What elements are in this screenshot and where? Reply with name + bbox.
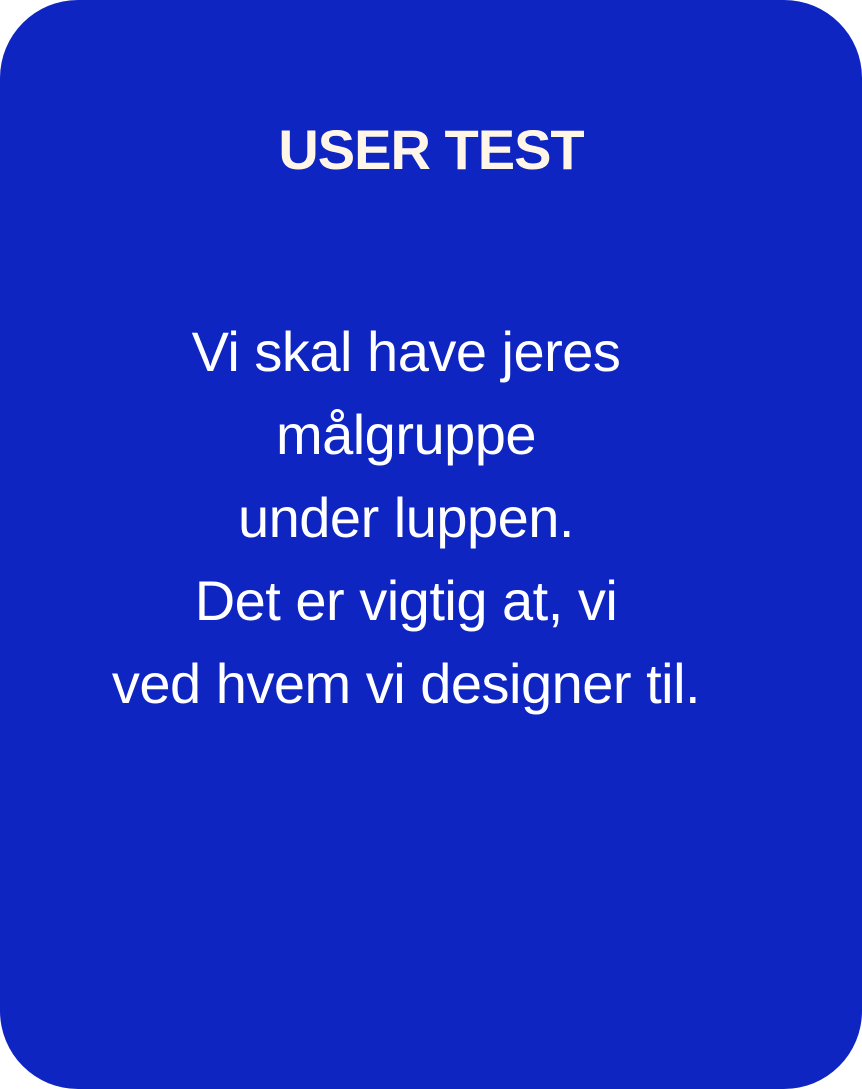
card-body-text: Vi skal have jeres målgruppe under luppe… xyxy=(0,310,812,725)
body-line: Det er vigtig at, vi xyxy=(194,569,618,632)
card-title: USER TEST xyxy=(278,118,584,181)
user-test-card: USER TEST Vi skal have jeres målgruppe u… xyxy=(0,0,862,1089)
body-line: under luppen. xyxy=(237,486,575,549)
body-line: målgruppe xyxy=(275,403,537,466)
body-line: ved hvem vi designer til. xyxy=(111,652,701,715)
body-line: Vi skal have jeres xyxy=(191,320,621,383)
